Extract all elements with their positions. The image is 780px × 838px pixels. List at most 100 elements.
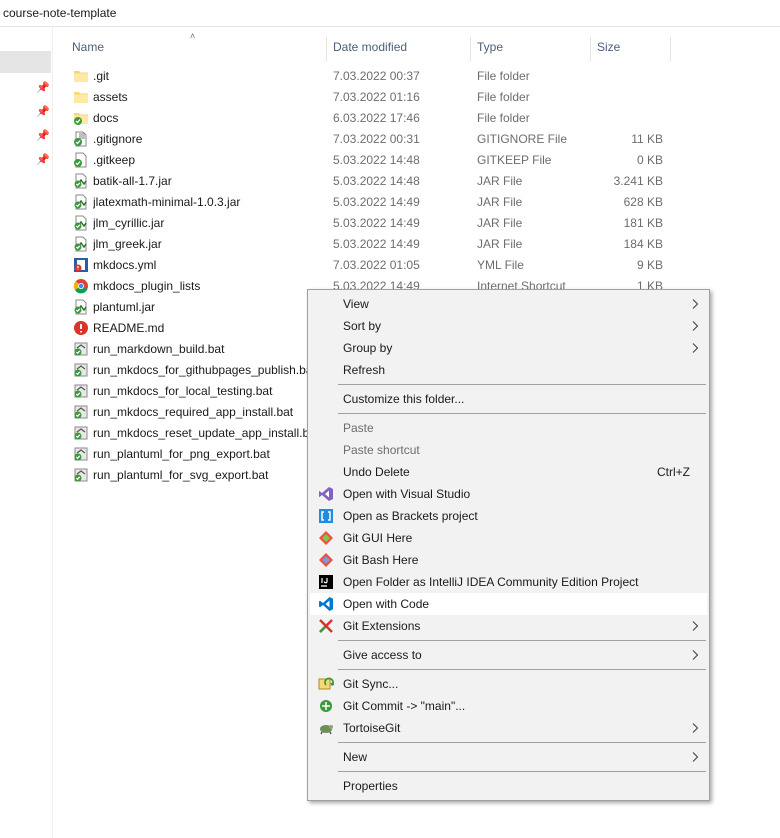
- menu-item-git-gui-here[interactable]: Git GUI Here: [310, 527, 707, 549]
- folder-icon: [73, 68, 89, 84]
- file-size: 184 KB: [623, 237, 663, 251]
- menu-item-label: Open Folder as IntelliJ IDEA Community E…: [343, 575, 639, 589]
- menu-item-git-commit-main[interactable]: Git Commit -> "main"...: [310, 695, 707, 717]
- file-date: 5.03.2022 14:49: [333, 237, 420, 251]
- menu-item-sort-by[interactable]: Sort by: [310, 315, 707, 337]
- menu-item-label: View: [343, 297, 369, 311]
- file-date: 5.03.2022 14:49: [333, 195, 420, 209]
- breadcrumb[interactable]: course-note-template: [0, 0, 780, 27]
- vscode-icon: [318, 596, 334, 612]
- menu-item-paste[interactable]: Paste: [310, 417, 707, 439]
- jar-icon: [73, 236, 89, 252]
- column-type-header[interactable]: Type: [477, 27, 503, 65]
- file-date: 6.03.2022 17:46: [333, 111, 420, 125]
- chevron-right-icon: [690, 293, 700, 315]
- column-size-header[interactable]: Size: [597, 27, 620, 65]
- menu-item-label: TortoiseGit: [343, 721, 401, 735]
- column-date-header[interactable]: Date modified: [333, 27, 407, 65]
- file-row[interactable]: jlm_cyrillic.jar 5.03.2022 14:49 JAR File 1…: [53, 213, 780, 234]
- jar-icon: [73, 299, 89, 315]
- file-type: JAR File: [477, 237, 523, 251]
- file-type: File folder: [477, 111, 530, 125]
- folder-git-icon: [73, 110, 89, 126]
- menu-item-open-as-brackets-project[interactable]: Open as Brackets project: [310, 505, 707, 527]
- menu-item-label: New: [343, 750, 368, 764]
- bat-icon: [73, 362, 89, 378]
- file-row[interactable]: .gitkeep 5.03.2022 14:48 GITKEEP File 0 KB: [53, 150, 780, 171]
- git-extensions-icon: [318, 618, 334, 634]
- file-size: 628 KB: [623, 195, 663, 209]
- intellij-icon: [318, 574, 334, 590]
- file-row[interactable]: mkdocs.yml 7.03.2022 01:05 YML File 9 KB: [53, 255, 780, 276]
- menu-item-give-access-to[interactable]: Give access to: [310, 644, 707, 666]
- file-size: 181 KB: [623, 216, 663, 230]
- file-type: JAR File: [477, 216, 523, 230]
- menu-item-properties[interactable]: Properties: [310, 775, 707, 797]
- menu-separator: [338, 640, 706, 641]
- file-type: JAR File: [477, 174, 523, 188]
- git-commit-icon: [318, 698, 334, 714]
- file-date: 7.03.2022 01:05: [333, 258, 420, 272]
- context-menu: View Sort by Group by Refresh Customize this…: [307, 289, 710, 801]
- menu-item-label: Group by: [343, 341, 393, 355]
- file-size: [593, 87, 663, 108]
- file-row[interactable]: batik-all-1.7.jar 5.03.2022 14:48 JAR File…: [53, 171, 780, 192]
- chevron-right-icon: [690, 746, 700, 768]
- menu-item-label: Properties: [343, 779, 398, 793]
- git-gui-icon: [318, 530, 334, 546]
- chevron-right-icon: [690, 717, 700, 739]
- file-date: 7.03.2022 00:37: [333, 69, 420, 83]
- menu-item-tortoisegit[interactable]: TortoiseGit: [310, 717, 707, 739]
- jar-icon: [73, 194, 89, 210]
- folder-icon: [73, 89, 89, 105]
- git-bash-icon: [318, 552, 334, 568]
- file-size: 9 KB: [636, 258, 663, 272]
- yml-icon: [73, 257, 89, 273]
- menu-item-label: Paste shortcut: [343, 443, 420, 457]
- bat-icon: [73, 341, 89, 357]
- menu-item-undo-delete[interactable]: Undo Delete Ctrl+Z: [310, 461, 707, 483]
- menu-item-label: Open with Code: [343, 597, 430, 611]
- menu-item-label: Give access to: [343, 648, 422, 662]
- menu-item-group-by[interactable]: Group by: [310, 337, 707, 359]
- menu-item-paste-shortcut[interactable]: Paste shortcut: [310, 439, 707, 461]
- menu-item-label: Git Sync...: [343, 677, 399, 691]
- chevron-right-icon: [690, 644, 700, 666]
- menu-item-view[interactable]: View: [310, 293, 707, 315]
- file-row[interactable]: assets 7.03.2022 01:16 File folder: [53, 87, 780, 108]
- menu-item-open-with-code[interactable]: Open with Code: [310, 593, 707, 615]
- file-type: GITKEEP File: [477, 153, 552, 167]
- file-row[interactable]: jlm_greek.jar 5.03.2022 14:49 JAR File 184 …: [53, 234, 780, 255]
- file-date: 5.03.2022 14:49: [333, 216, 420, 230]
- menu-item-label: Open as Brackets project: [343, 509, 478, 523]
- column-name-header[interactable]: Name: [72, 27, 104, 65]
- pin-icon: 📌: [36, 82, 50, 94]
- nav-selected-item[interactable]: [0, 51, 51, 73]
- menu-item-customize-this-folder[interactable]: Customize this folder...: [310, 388, 707, 410]
- jar-icon: [73, 173, 89, 189]
- menu-item-open-folder-as-intellij-idea-community-edition-project[interactable]: Open Folder as IntelliJ IDEA Community E…: [310, 571, 707, 593]
- chevron-right-icon: [690, 615, 700, 637]
- menu-item-git-bash-here[interactable]: Git Bash Here: [310, 549, 707, 571]
- file-row[interactable]: .git 7.03.2022 00:37 File folder: [53, 66, 780, 87]
- menu-item-label: Git Extensions: [343, 619, 421, 633]
- menu-item-refresh[interactable]: Refresh: [310, 359, 707, 381]
- pin-icon: 📌: [36, 106, 50, 118]
- pin-icon: 📌: [36, 130, 50, 142]
- file-row[interactable]: .gitignore 7.03.2022 00:31 GITIGNORE File 1…: [53, 129, 780, 150]
- menu-item-open-with-visual-studio[interactable]: Open with Visual Studio: [310, 483, 707, 505]
- file-row[interactable]: jlatexmath-minimal-1.0.3.jar 5.03.2022 14…: [53, 192, 780, 213]
- tortoisegit-icon: [318, 720, 334, 736]
- file-date: 5.03.2022 14:48: [333, 153, 420, 167]
- menu-item-new[interactable]: New: [310, 746, 707, 768]
- menu-item-git-extensions[interactable]: Git Extensions: [310, 615, 707, 637]
- file-row[interactable]: docs 6.03.2022 17:46 File folder: [53, 108, 780, 129]
- menu-separator: [338, 771, 706, 772]
- chevron-right-icon: [690, 315, 700, 337]
- sort-ascending-icon: ˄: [190, 31, 196, 41]
- menu-item-label: Undo Delete: [343, 465, 410, 479]
- file-date: 7.03.2022 01:16: [333, 90, 420, 104]
- file-size: 0 KB: [636, 153, 663, 167]
- bat-icon: [73, 425, 89, 441]
- menu-item-git-sync[interactable]: Git Sync...: [310, 673, 707, 695]
